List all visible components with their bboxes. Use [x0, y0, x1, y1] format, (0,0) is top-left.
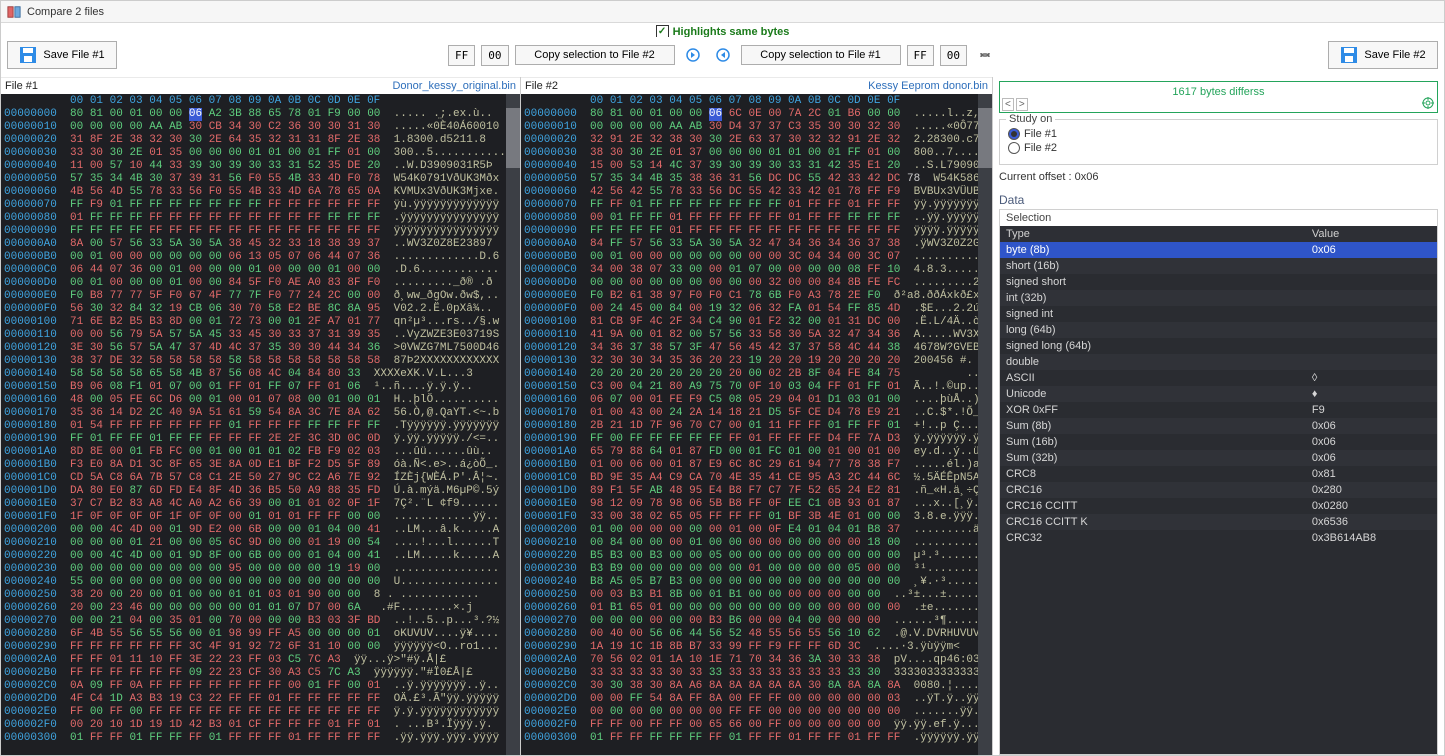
data-row[interactable]: int (32b): [1000, 290, 1437, 306]
inspector-panel: 1617 bytes differss < > Study on File #1: [993, 77, 1444, 755]
data-row[interactable]: byte (8b)0x06: [1000, 242, 1437, 258]
data-row[interactable]: long (64b): [1000, 322, 1437, 338]
file-right-name: Kessy Eeprom donor.bin: [868, 80, 988, 92]
titlebar: Compare 2 files: [1, 1, 1444, 23]
ff-fill-left-button[interactable]: FF: [448, 45, 475, 66]
target-icon[interactable]: [1422, 97, 1434, 109]
toolbar: Save File #1 FF 00 Copy selection to Fil…: [1, 37, 1444, 77]
hex-panel-right: File #2 Kessy Eeprom donor.bin 00000000 …: [521, 77, 993, 755]
hex-panel-left: File #1 Donor_kessy_original.bin 0000000…: [1, 77, 521, 755]
data-row[interactable]: signed short: [1000, 274, 1437, 290]
data-row[interactable]: ASCII◊: [1000, 370, 1437, 386]
data-row[interactable]: signed long (64b): [1000, 338, 1437, 354]
data-row[interactable]: XOR 0xFFF9: [1000, 402, 1437, 418]
radio-selected-icon: [1008, 128, 1020, 140]
data-row[interactable]: signed int: [1000, 306, 1437, 322]
data-row[interactable]: Sum (8b)0x06: [1000, 418, 1437, 434]
diff-count-box: 1617 bytes differss < >: [999, 81, 1438, 113]
radio-file-1[interactable]: File #1: [1008, 128, 1429, 140]
radio-unselected-icon: [1008, 142, 1020, 154]
data-row[interactable]: CRC80x81: [1000, 466, 1437, 482]
scrollbar-right[interactable]: [978, 94, 992, 755]
diff-next-button[interactable]: >: [1016, 98, 1028, 111]
copy-to-file-2-button[interactable]: Copy selection to File #2: [515, 45, 675, 65]
scrollbar-left[interactable]: [506, 94, 520, 755]
floppy-icon: [19, 46, 37, 64]
grid-header: Type Value: [1000, 226, 1437, 242]
arrow-left-icon[interactable]: [711, 43, 735, 67]
zero-fill-left-button[interactable]: 00: [481, 45, 508, 66]
hex-view-right[interactable]: 00000000 00 01 02 03 04 05 06 07 08 09 0…: [521, 94, 978, 755]
arrow-right-icon[interactable]: [681, 43, 705, 67]
data-row[interactable]: Unicode♦: [1000, 386, 1437, 402]
data-row[interactable]: CRC16 CCITT K0x6536: [1000, 514, 1437, 530]
study-on-group: Study on File #1 File #2: [999, 119, 1438, 165]
link-icon[interactable]: [973, 43, 997, 67]
hex-view-left[interactable]: 00000000 00 01 02 03 04 05 06 07 08 09 0…: [1, 94, 506, 755]
data-section-label: Data: [999, 193, 1438, 207]
radio-file-2[interactable]: File #2: [1008, 142, 1429, 154]
data-row[interactable]: CRC16 CCITT0x0280: [1000, 498, 1437, 514]
copy-to-file-1-button[interactable]: Copy selection to File #1: [741, 45, 901, 65]
diff-prev-button[interactable]: <: [1002, 98, 1014, 111]
data-row[interactable]: double: [1000, 354, 1437, 370]
file-left-name: Donor_kessy_original.bin: [392, 80, 516, 92]
data-row[interactable]: CRC320x3B614AB8: [1000, 530, 1437, 546]
zero-fill-right-button[interactable]: 00: [940, 45, 967, 66]
panel-right-label: File #2: [525, 80, 558, 92]
current-offset: Current offset : 0x06: [999, 171, 1438, 183]
floppy-icon: [1340, 46, 1358, 64]
ff-fill-right-button[interactable]: FF: [907, 45, 934, 66]
window-title: Compare 2 files: [27, 6, 104, 18]
data-row[interactable]: Sum (32b)0x06: [1000, 450, 1437, 466]
save-file-2-button[interactable]: Save File #2: [1328, 41, 1438, 69]
data-row[interactable]: Sum (16b)0x06: [1000, 434, 1437, 450]
data-row[interactable]: CRC160x280: [1000, 482, 1437, 498]
panel-left-label: File #1: [5, 80, 38, 92]
save-file-1-button[interactable]: Save File #1: [7, 41, 117, 69]
selection-grid: Selection Type Value byte (8b)0x06short …: [999, 209, 1438, 755]
diff-count-text: 1617 bytes differss: [1006, 86, 1431, 98]
app-icon: [7, 5, 21, 19]
data-row[interactable]: short (16b): [1000, 258, 1437, 274]
